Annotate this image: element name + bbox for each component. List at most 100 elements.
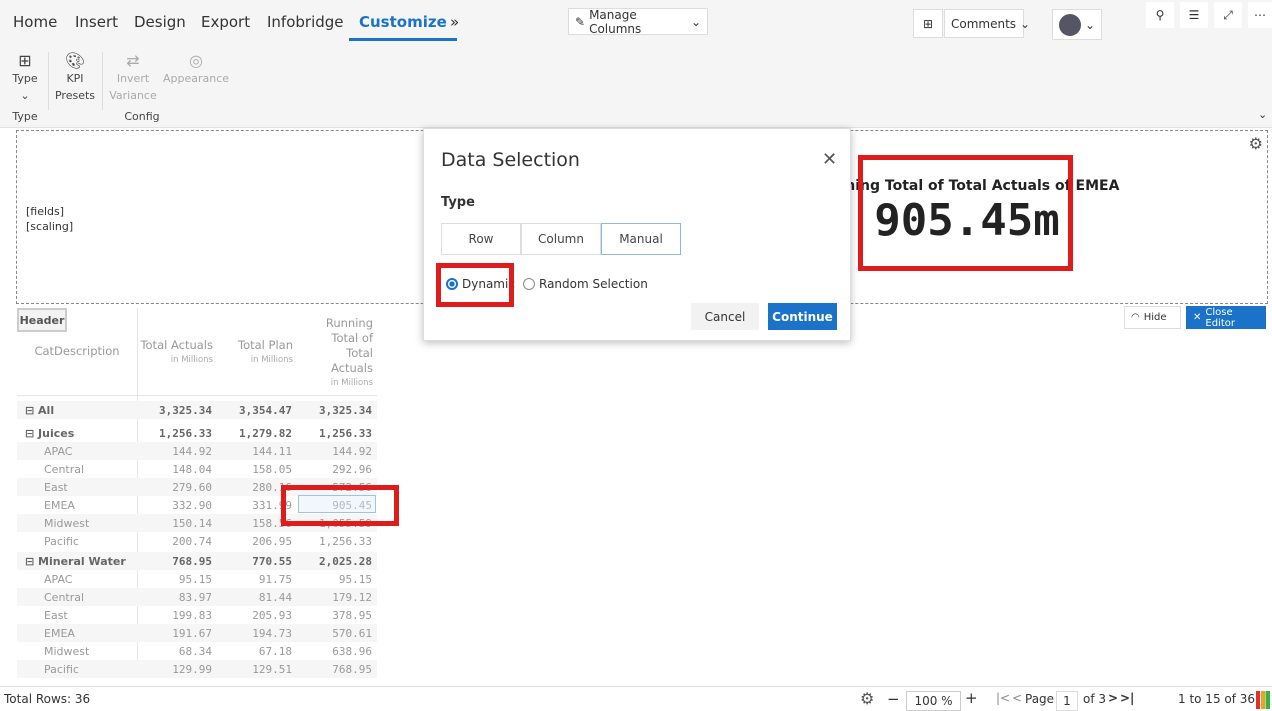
group-row[interactable]: ⊟ Juices 1,256.33 1,279.82 1,256.33 xyxy=(17,424,377,442)
zoom-input[interactable]: 100 % xyxy=(906,691,961,711)
collapse-icon[interactable]: ⊟ xyxy=(25,555,38,568)
cell-value[interactable]: 144.11 xyxy=(217,445,297,458)
table-row[interactable]: APAC 144.92 144.11 144.92 xyxy=(17,442,377,460)
cell-value[interactable]: 83.97 xyxy=(137,591,217,604)
column-header-total-plan[interactable]: Total Plan in Millions xyxy=(217,338,297,368)
close-icon[interactable]: ✕ xyxy=(822,149,837,170)
cell-value[interactable]: 206.95 xyxy=(217,535,297,548)
cell-value[interactable]: 205.93 xyxy=(217,609,297,622)
user-menu[interactable]: ⌄ xyxy=(1052,9,1102,40)
group-row[interactable]: ⊟ All 3,325.34 3,354.47 3,325.34 xyxy=(17,401,377,419)
table-row[interactable]: Pacific 129.99 129.51 768.95 xyxy=(17,660,377,678)
pin-button[interactable]: ⚲ xyxy=(1146,2,1174,28)
cell-value[interactable]: 129.51 xyxy=(217,663,297,676)
swap-icon: ⇄ xyxy=(126,51,140,70)
collapse-ribbon-icon[interactable]: ⌄ xyxy=(1258,108,1267,121)
cell-value[interactable]: 144.92 xyxy=(137,445,217,458)
add-comment-button[interactable]: ⊞ xyxy=(913,9,943,38)
column-header-running-total[interactable]: Running Total of Total Actuals in Million… xyxy=(317,316,375,391)
column-header-catdescription[interactable]: CatDescription xyxy=(17,344,137,359)
cell-value[interactable]: 67.18 xyxy=(217,645,297,658)
cell-value[interactable]: 1,256.33 xyxy=(297,427,377,440)
cell-value[interactable]: 1,256.33 xyxy=(297,535,377,548)
cell-value[interactable]: 150.14 xyxy=(137,517,217,530)
close-editor-button[interactable]: ✕ Close Editor xyxy=(1186,306,1266,329)
zoom-out-button[interactable]: − xyxy=(887,690,900,708)
collapse-icon[interactable]: ⊟ xyxy=(25,427,38,440)
cell-value[interactable]: 332.90 xyxy=(137,499,217,512)
page-input[interactable]: 1 xyxy=(1056,691,1078,711)
cell-value[interactable]: 194.73 xyxy=(217,627,297,640)
table-row[interactable]: Central 148.04 158.05 292.96 xyxy=(17,460,377,478)
first-page-button[interactable]: |< xyxy=(996,691,1010,705)
gear-icon[interactable]: ⚙ xyxy=(1249,134,1263,153)
continue-button[interactable]: Continue xyxy=(768,303,837,330)
cell-value[interactable]: 2,025.28 xyxy=(297,555,377,568)
cell-value[interactable]: 1,279.82 xyxy=(217,427,297,440)
cancel-button[interactable]: Cancel xyxy=(691,303,759,330)
cell-value[interactable]: 768.95 xyxy=(297,663,377,676)
cell-value[interactable]: 378.95 xyxy=(297,609,377,622)
cell-value[interactable]: 179.12 xyxy=(297,591,377,604)
cell-value[interactable]: 768.95 xyxy=(137,555,217,568)
group-row[interactable]: ⊟ Mineral Water 768.95 770.55 2,025.28 xyxy=(17,552,377,570)
more-tabs-button[interactable]: » xyxy=(450,13,459,31)
cell-value[interactable]: 148.04 xyxy=(137,463,217,476)
tab-export[interactable]: Export xyxy=(201,13,250,31)
cell-value[interactable]: 200.74 xyxy=(137,535,217,548)
filter-button[interactable]: ☰ xyxy=(1180,2,1208,28)
cell-value[interactable]: 570.61 xyxy=(297,627,377,640)
cell-value[interactable]: 638.96 xyxy=(297,645,377,658)
cell-value[interactable]: 3,325.34 xyxy=(297,404,377,417)
type-button[interactable]: ⊞ Type ⌄ xyxy=(10,52,40,104)
header-button[interactable]: Header xyxy=(17,308,67,332)
collapse-icon[interactable]: ⊟ xyxy=(25,404,38,417)
radio-random-selection[interactable]: Random Selection xyxy=(523,277,648,291)
cell-value[interactable]: 95.15 xyxy=(137,573,217,586)
cell-value[interactable]: 191.67 xyxy=(137,627,217,640)
expand-button[interactable]: ⤢ xyxy=(1214,2,1242,28)
cell-value[interactable]: 68.34 xyxy=(137,645,217,658)
cell-value[interactable]: 81.44 xyxy=(217,591,297,604)
cell-value[interactable]: 158.05 xyxy=(217,463,297,476)
tab-customize[interactable]: Customize xyxy=(349,13,457,41)
last-page-button[interactable]: >| xyxy=(1120,691,1134,705)
type-row-button[interactable]: Row xyxy=(441,223,521,255)
table-row[interactable]: East 199.83 205.93 378.95 xyxy=(17,606,377,624)
type-column-button[interactable]: Column xyxy=(521,223,601,255)
more-button[interactable]: ⋯ xyxy=(1248,2,1272,28)
column-header-total-actuals[interactable]: Total Actuals in Millions xyxy=(137,338,217,368)
table-row[interactable]: APAC 95.15 91.75 95.15 xyxy=(17,570,377,588)
cell-value[interactable]: 144.92 xyxy=(297,445,377,458)
prev-page-button[interactable]: < xyxy=(1012,691,1022,705)
table-row[interactable]: EMEA 191.67 194.73 570.61 xyxy=(17,624,377,642)
hide-button[interactable]: ◠ Hide xyxy=(1124,306,1181,329)
manage-columns-button[interactable]: ✎ Manage Columns ⌄ xyxy=(568,8,708,36)
cell-value[interactable]: 199.83 xyxy=(137,609,217,622)
cell-value[interactable]: 770.55 xyxy=(217,555,297,568)
tab-infobridge[interactable]: Infobridge xyxy=(267,13,344,31)
kpi-presets-button[interactable]: 🎨︎ KPI Presets xyxy=(54,52,96,104)
cell-value[interactable]: 91.75 xyxy=(217,573,297,586)
tab-insert[interactable]: Insert xyxy=(75,13,118,31)
comments-button[interactable]: Comments ⌄ xyxy=(944,9,1030,38)
next-page-button[interactable]: > xyxy=(1108,691,1118,705)
gear-icon[interactable]: ⚙ xyxy=(860,689,874,708)
row-label-text: Central xyxy=(44,462,85,476)
cell-value[interactable]: 3,325.34 xyxy=(137,404,217,417)
table-row[interactable]: Pacific 200.74 206.95 1,256.33 xyxy=(17,532,377,550)
cell-value[interactable]: 1,256.33 xyxy=(137,427,217,440)
cell-value[interactable]: 279.60 xyxy=(137,481,217,494)
cell-value[interactable]: 3,354.47 xyxy=(217,404,297,417)
zoom-in-button[interactable]: + xyxy=(965,689,978,707)
table-row[interactable]: Central 83.97 81.44 179.12 xyxy=(17,588,377,606)
cell-value[interactable]: 292.96 xyxy=(297,463,377,476)
type-manual-button[interactable]: Manual xyxy=(601,223,681,255)
appearance-button[interactable]: ◎ Appearance xyxy=(162,52,230,87)
cell-value[interactable]: 95.15 xyxy=(297,573,377,586)
invert-variance-button[interactable]: ⇄ Invert Variance xyxy=(108,52,158,104)
cell-value[interactable]: 129.99 xyxy=(137,663,217,676)
tab-design[interactable]: Design xyxy=(134,13,186,31)
table-row[interactable]: Midwest 68.34 67.18 638.96 xyxy=(17,642,377,660)
tab-home[interactable]: Home xyxy=(13,13,57,31)
